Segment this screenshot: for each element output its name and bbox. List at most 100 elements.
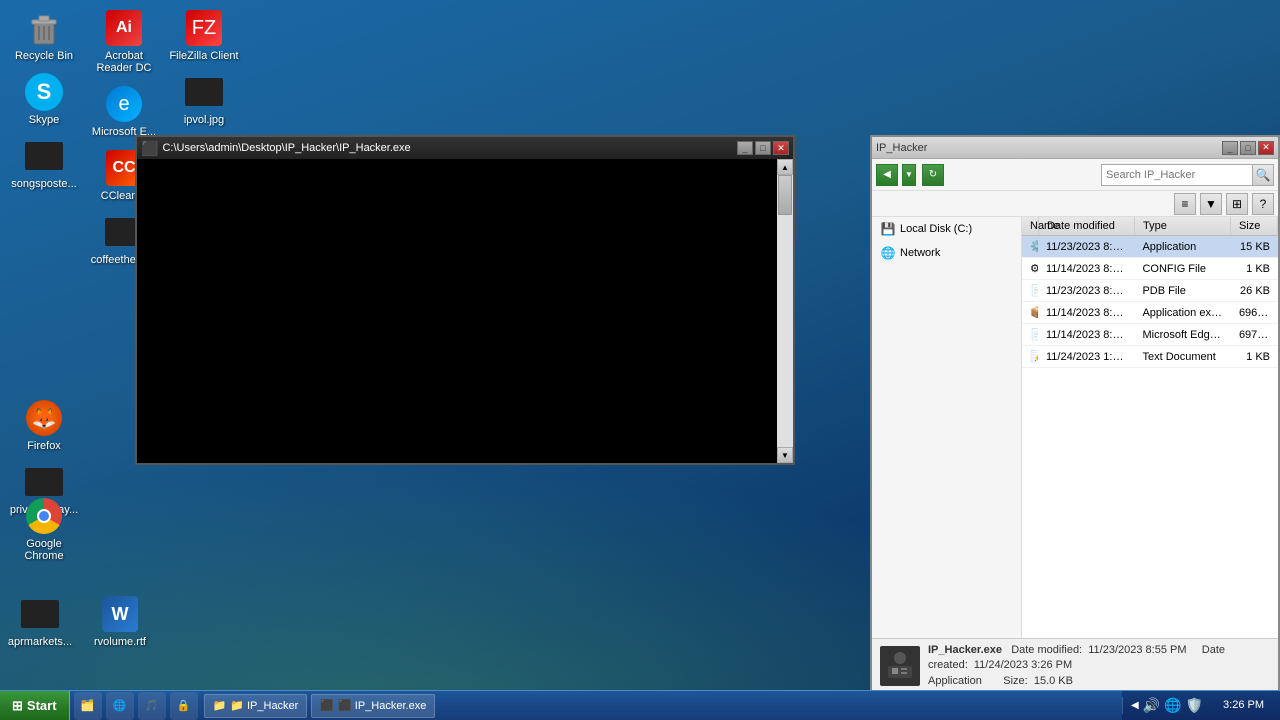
file-cell-size: 696 KB <box>1231 307 1278 319</box>
quicklaunch-media[interactable]: 🎵 <box>138 692 166 720</box>
col-header-size[interactable]: Size <box>1231 217 1278 235</box>
search-container: 🔍 <box>1101 164 1274 186</box>
desktop-icons-bottom: Google Chrome reresearch... IP_Hacker <box>0 488 88 572</box>
file-list: ⚙️ IP_Hacker.exe 11/23/2023 8:55 PM Appl… <box>1022 236 1278 638</box>
cmd-body: ▲ ▼ <box>137 159 793 463</box>
taskbar-explorer-btn[interactable]: 📁 📁 IP_Hacker <box>204 694 308 718</box>
col-header-name[interactable]: Name <box>1022 217 1039 235</box>
filezilla-label: FileZilla Client <box>169 50 238 62</box>
cmd-titlebar[interactable]: ⬛ C:\Users\admin\Desktop\IP_Hacker\IP_Ha… <box>137 137 793 159</box>
file-cell-date: 11/14/2023 8:37 PM <box>1038 307 1134 319</box>
local-disk-icon: 💾 <box>880 221 896 237</box>
desktop-icon-ipvol[interactable]: ipvol.jpg <box>164 68 244 130</box>
desktop-icon-skype[interactable]: S Skype <box>4 68 84 130</box>
aprmarkets-icon <box>20 594 60 634</box>
desktop-icon-aprmarkets[interactable]: aprmarkets... <box>0 590 80 652</box>
tray-security[interactable]: 🛡️ <box>1186 697 1203 714</box>
songsposter-icon <box>24 136 64 176</box>
explorer-maximize-button[interactable]: □ <box>1240 141 1256 155</box>
view-dropdown-button[interactable]: ▼ <box>1200 193 1222 215</box>
search-button[interactable]: 🔍 <box>1252 164 1274 186</box>
file-row[interactable]: 📝 readme.txt 11/24/2023 1:42 PM Text Doc… <box>1022 346 1278 368</box>
file-cell-size: 1 KB <box>1231 263 1278 275</box>
tray-arrow[interactable]: ◀ <box>1131 700 1139 711</box>
file-cell-name: 📄 IP_Hacker.pdb <box>1022 284 1038 297</box>
cmd-minimize-button[interactable]: _ <box>737 141 753 155</box>
desktop-icon-filezilla[interactable]: FZ FileZilla Client <box>164 4 244 66</box>
explorer-titlebar[interactable]: IP_Hacker _ □ ✕ <box>872 137 1278 159</box>
ipvol-icon <box>184 72 224 112</box>
file-cell-type: Text Document <box>1134 351 1230 363</box>
column-headers: Name Date modified Type Size <box>1022 217 1278 236</box>
nav-item-network[interactable]: 🌐 Network <box>872 241 1021 265</box>
network-label: Network <box>900 247 940 259</box>
cmd-window: ⬛ C:\Users\admin\Desktop\IP_Hacker\IP_Ha… <box>135 135 795 465</box>
aprmarkets-label: aprmarkets... <box>8 636 72 648</box>
view-preview-button[interactable]: ⊞ <box>1226 193 1248 215</box>
acrobat-icon: Ai <box>104 8 144 48</box>
tray-network[interactable]: 🌐 <box>1164 697 1181 714</box>
status-type-line: Application Size: 15.0 KB <box>928 674 1270 689</box>
view-controls-bar: ≡ ▼ ⊞ ? <box>872 191 1278 217</box>
cmd-maximize-button[interactable]: □ <box>755 141 771 155</box>
desktop-icon-rvolume[interactable]: W rvolume.rtf <box>80 590 160 652</box>
system-tray: ◀ 🔊 🌐 🛡️ <box>1122 697 1211 714</box>
desktop-icon-firefox[interactable]: 🦊 Firefox <box>4 394 84 456</box>
file-cell-date: 11/14/2023 8:37 PM <box>1038 263 1134 275</box>
clock[interactable]: 3:26 PM <box>1215 698 1272 712</box>
quicklaunch-security[interactable]: 🔒 <box>170 692 198 720</box>
tray-volume[interactable]: 🔊 <box>1143 697 1160 714</box>
desktop-icon-acrobat[interactable]: Ai Acrobat Reader DC <box>84 4 164 78</box>
desktop-icon-edge[interactable]: e Microsoft E... <box>84 80 164 142</box>
file-row[interactable]: ⚙ IP_Hacker.exe.config 11/14/2023 8:37 P… <box>1022 258 1278 280</box>
status-text-area: IP_Hacker.exe Date modified: 11/23/2023 … <box>928 643 1270 689</box>
col-header-date[interactable]: Date modified <box>1039 217 1135 235</box>
scroll-thumb[interactable] <box>778 175 792 215</box>
file-cell-type: PDB File <box>1134 285 1230 297</box>
taskbar-cmd-btn[interactable]: ⬛ ⬛ IP_Hacker.exe <box>311 694 435 718</box>
desktop-icon-songsposter[interactable]: songsposte... <box>4 132 84 194</box>
firefox-label: Firefox <box>27 440 61 452</box>
status-file-type: Application <box>928 675 982 687</box>
explorer-close-button[interactable]: ✕ <box>1258 141 1274 155</box>
recycle-bin-icon <box>24 8 64 48</box>
search-input[interactable] <box>1101 164 1252 186</box>
quicklaunch-browser[interactable]: 🌐 <box>106 692 134 720</box>
cmd-close-button[interactable]: ✕ <box>773 141 789 155</box>
file-row[interactable]: 📦 msvcr120.dll 11/14/2023 8:37 PM Applic… <box>1022 302 1278 324</box>
view-help-button[interactable]: ? <box>1252 193 1274 215</box>
view-list-button[interactable]: ≡ <box>1174 193 1196 215</box>
quick-launch: 🗂️ 🌐 🎵 🔒 <box>70 692 202 720</box>
explorer-body: 💾 Local Disk (C:) 🌐 Network Name Date mo… <box>872 217 1278 638</box>
file-row[interactable]: 📄 IP_Hacker.pdb 11/23/2023 8:55 PM PDB F… <box>1022 280 1278 302</box>
edge-icon: e <box>104 84 144 124</box>
desktop-icon-recycle-bin[interactable]: Recycle Bin <box>4 4 84 66</box>
status-bar: IP_Hacker.exe Date modified: 11/23/2023 … <box>872 638 1278 693</box>
explorer-nav-back[interactable]: ◀ <box>876 164 898 186</box>
explorer-nav-dropdown[interactable]: ▼ <box>902 164 916 186</box>
file-cell-name: 📄 WebView2Loader.dll <box>1022 328 1038 341</box>
ipvol-label: ipvol.jpg <box>184 114 224 126</box>
desktop-icon-chrome[interactable]: Google Chrome <box>4 492 84 566</box>
network-icon: 🌐 <box>880 245 896 261</box>
status-size-label: Size: <box>1003 675 1027 687</box>
rvolume-icon: W <box>100 594 140 634</box>
status-size: 15.0 KB <box>1034 675 1073 687</box>
rvolume-label: rvolume.rtf <box>94 636 146 648</box>
cmd-scrollbar[interactable]: ▲ ▼ <box>777 159 793 463</box>
chrome-label: Google Chrome <box>8 538 80 562</box>
scroll-up-button[interactable]: ▲ <box>777 159 793 175</box>
file-cell-size: 697 KB <box>1231 329 1278 341</box>
col-header-type[interactable]: Type <box>1135 217 1231 235</box>
scroll-down-button[interactable]: ▼ <box>777 447 793 463</box>
taskbar-right: ◀ 🔊 🌐 🛡️ 3:26 PM <box>1122 691 1280 720</box>
file-row[interactable]: ⚙️ IP_Hacker.exe 11/23/2023 8:55 PM Appl… <box>1022 236 1278 258</box>
file-cell-date: 11/23/2023 8:55 PM <box>1038 285 1134 297</box>
quicklaunch-explorer[interactable]: 🗂️ <box>74 692 102 720</box>
file-row[interactable]: 📄 WebView2Loader.dll 11/14/2023 8:37 PM … <box>1022 324 1278 346</box>
explorer-refresh[interactable]: ↻ <box>922 164 944 186</box>
status-date-modified-label: Date modified: <box>1011 644 1082 656</box>
nav-item-local-disk[interactable]: 💾 Local Disk (C:) <box>872 217 1021 241</box>
start-button[interactable]: ⊞ Start <box>0 691 70 720</box>
explorer-minimize-button[interactable]: _ <box>1222 141 1238 155</box>
